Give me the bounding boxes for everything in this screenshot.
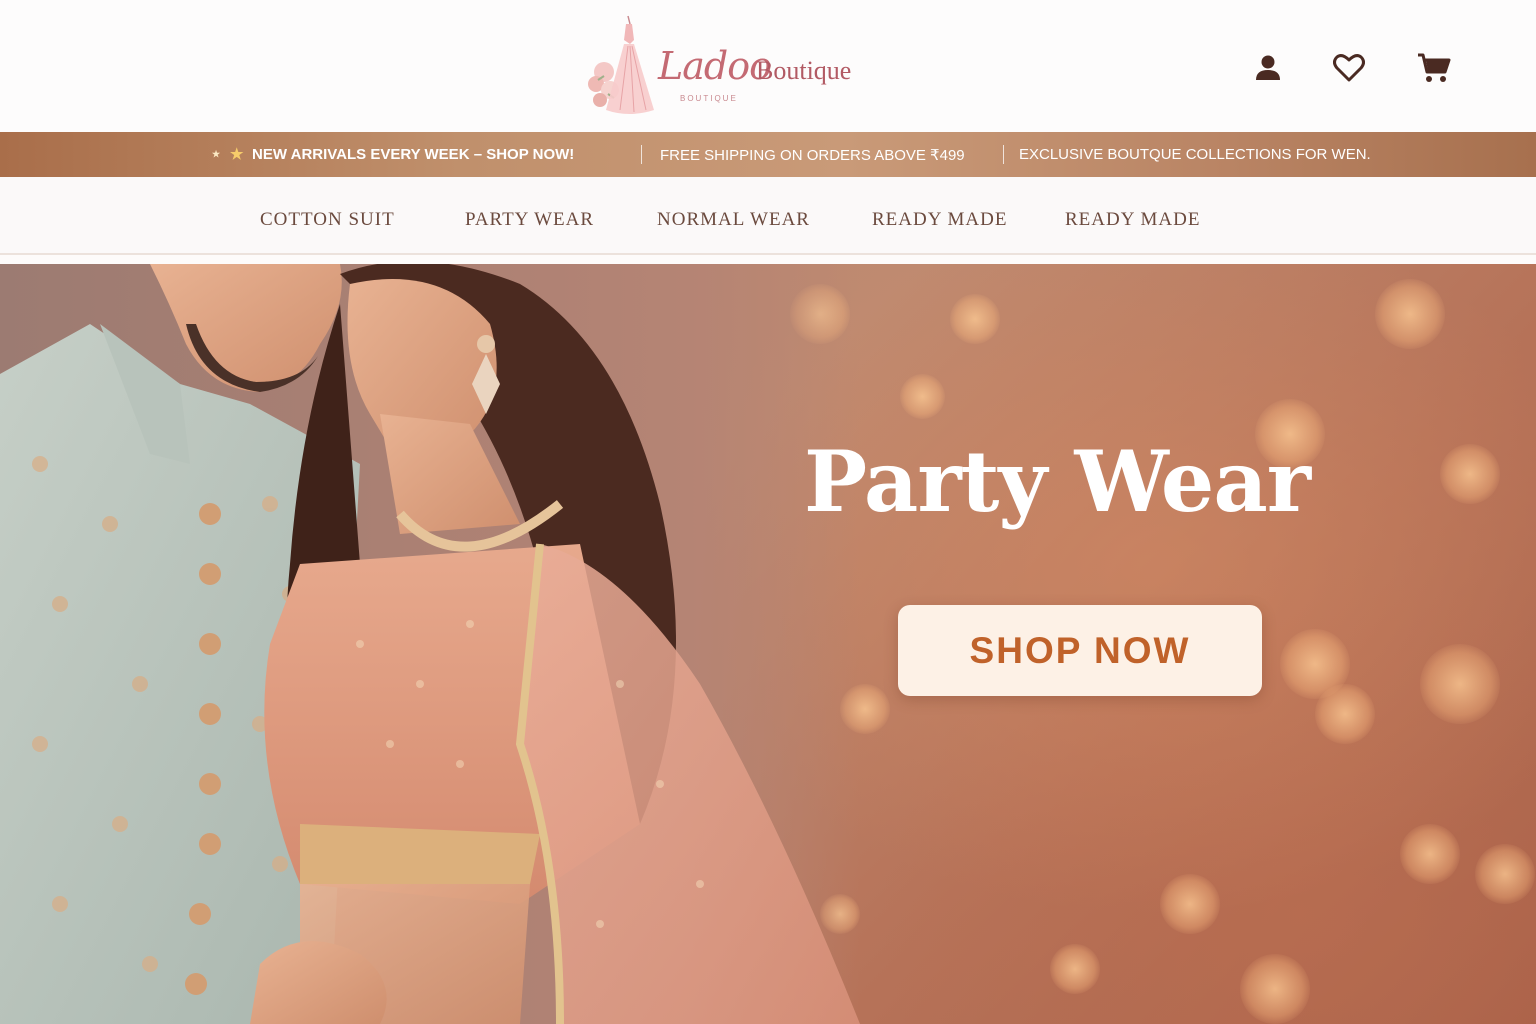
bokeh-light [1440, 444, 1500, 504]
hero-title: Party Wear [804, 432, 1311, 531]
couple-photo [0, 264, 860, 1024]
user-icon [1256, 55, 1280, 80]
brand-subtitle: BOUTIQUE [680, 94, 738, 103]
bokeh-light [1240, 954, 1310, 1024]
divider [641, 145, 642, 164]
wishlist-button[interactable] [1329, 48, 1369, 88]
cart-button[interactable] [1414, 48, 1454, 88]
main-nav: COTTON SUIT PARTY WEAR NORMAL WEAR READY… [0, 177, 1536, 255]
bokeh-light [900, 374, 945, 419]
announcement-bar: ★ ★ NEW ARRIVALS EVERY WEEK – SHOP NOW! … [0, 132, 1536, 177]
bokeh-light [1420, 644, 1500, 724]
brand-script: Ladoo [658, 44, 772, 88]
cart-icon [1418, 53, 1451, 82]
nav-spacer [0, 255, 1536, 264]
star-icon: ★ [212, 149, 221, 159]
star-icon: ★ [230, 146, 244, 163]
nav-item-ready-made-2[interactable]: READY MADE [1065, 209, 1200, 231]
heart-icon [1333, 54, 1365, 82]
bokeh-light [1160, 874, 1220, 934]
site-header: Ladoo Boutique BOUTIQUE [0, 0, 1536, 132]
nav-item-ready-made[interactable]: READY MADE [872, 209, 1007, 231]
brand-logo[interactable]: Ladoo Boutique BOUTIQUE [584, 14, 874, 118]
shop-now-button[interactable]: SHOP NOW [898, 605, 1262, 696]
bokeh-light [1050, 944, 1100, 994]
bokeh-light [1475, 844, 1535, 904]
bokeh-light [1400, 824, 1460, 884]
account-button[interactable] [1248, 48, 1288, 88]
announcement-free-shipping: FREE SHIPPING ON ORDERS ABOVE ₹499 [660, 147, 965, 164]
brand-word: Boutique [756, 56, 852, 85]
bokeh-light [1315, 684, 1375, 744]
nav-item-party-wear[interactable]: PARTY WEAR [465, 209, 594, 231]
bokeh-light [950, 294, 1000, 344]
announcement-new-arrivals[interactable]: NEW ARRIVALS EVERY WEEK – SHOP NOW! [252, 146, 574, 163]
nav-item-cotton-suit[interactable]: COTTON SUIT [260, 209, 395, 231]
bokeh-light [1375, 279, 1445, 349]
hero-banner: Party Wear SHOP NOW [0, 264, 1536, 1024]
nav-item-normal-wear[interactable]: NORMAL WEAR [657, 209, 810, 231]
divider [1003, 145, 1004, 164]
dress-logo-icon [588, 15, 654, 114]
announcement-exclusive: EXCLUSIVE BOUTQUE COLLECTIONS FOR WEN. [1019, 146, 1371, 163]
